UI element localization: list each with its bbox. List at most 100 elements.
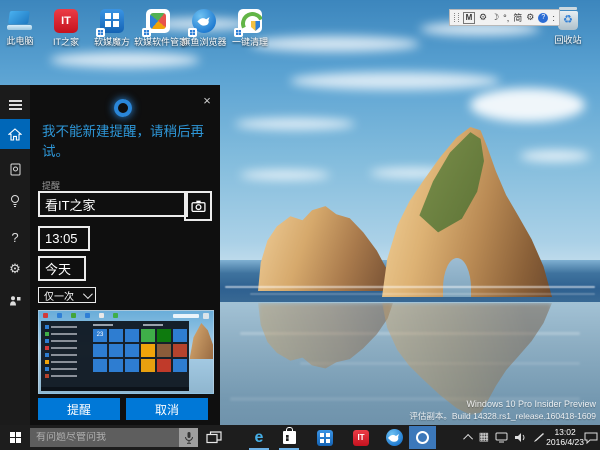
desktop-icon-label: 旗鱼浏览器 bbox=[180, 37, 228, 47]
rail-item-home[interactable] bbox=[0, 119, 30, 149]
lightbulb-icon bbox=[9, 194, 21, 208]
camera-icon bbox=[191, 200, 206, 212]
ime-help-icon[interactable]: ? bbox=[538, 13, 548, 23]
ime-fullwidth-moon-icon[interactable]: ☽ bbox=[491, 12, 499, 23]
task-view-icon bbox=[206, 431, 222, 445]
clock-date: 2016/4/23 bbox=[546, 437, 584, 447]
network-icon[interactable] bbox=[495, 432, 508, 443]
taskbar-search-box[interactable] bbox=[30, 428, 198, 447]
camera-button[interactable] bbox=[184, 191, 212, 221]
rail-item-help[interactable]: ? bbox=[0, 223, 30, 251]
taskbar-search-input[interactable] bbox=[30, 432, 179, 443]
desktop-icon-this-pc[interactable]: 此电脑 bbox=[0, 8, 44, 46]
ime-shape-icon[interactable]: ⚙ bbox=[479, 12, 487, 23]
volume-icon[interactable] bbox=[514, 432, 527, 443]
desktop-root: 此电脑 IT IT之家 软媒魔方 软媒软件管家 旗鱼浏览器 一键清理 bbox=[0, 0, 600, 450]
microphone-button[interactable] bbox=[179, 428, 198, 447]
taskbar-clock[interactable]: 13:02 2016/4/23 bbox=[546, 427, 584, 447]
ime-simplified-button[interactable]: 简 bbox=[513, 11, 522, 24]
ime-more-icon[interactable]: : bbox=[552, 13, 555, 23]
home-icon bbox=[8, 128, 22, 141]
notebook-icon bbox=[9, 163, 22, 176]
screenshot-attachment-thumbnail[interactable]: 23 bbox=[38, 310, 214, 394]
cortana-taskbar-button[interactable] bbox=[409, 426, 436, 449]
surf-foam bbox=[250, 293, 595, 295]
drag-handle-icon[interactable] bbox=[454, 13, 459, 22]
pen-icon[interactable] bbox=[533, 432, 545, 443]
chevron-down-icon bbox=[83, 289, 93, 299]
shortcut-badge bbox=[188, 28, 197, 37]
ithome-icon: IT bbox=[353, 430, 369, 446]
clock-time: 13:02 bbox=[546, 427, 584, 437]
feedback-icon bbox=[9, 295, 21, 307]
ime-language-bar[interactable]: M ⚙ ☽ °, 简 ⚙ ? : bbox=[449, 9, 560, 26]
reminder-title-input[interactable] bbox=[38, 191, 188, 217]
insider-watermark-line2: 评估副本。Build 14328.rs1_release.160418-1609 bbox=[409, 410, 596, 422]
mini-desktop-icons bbox=[43, 313, 48, 318]
edge-taskbar-button[interactable]: e bbox=[246, 425, 272, 450]
cortana-rail: ? ⚙ bbox=[0, 85, 30, 425]
desktop-icon-qiyu-browser[interactable]: 旗鱼浏览器 bbox=[180, 8, 228, 47]
rail-item-feedback[interactable] bbox=[0, 287, 30, 315]
desktop-icon-label: 软媒软件管家 bbox=[134, 37, 182, 47]
help-icon: ? bbox=[11, 230, 18, 245]
cleanup-icon bbox=[237, 9, 263, 35]
mini-start-menu: 23 bbox=[41, 321, 189, 391]
remind-button[interactable]: 提醒 bbox=[38, 398, 120, 420]
surf-foam bbox=[225, 286, 595, 288]
gear-icon: ⚙ bbox=[9, 261, 21, 277]
windows-logo-icon bbox=[10, 432, 21, 443]
desktop-icon-label: 此电脑 bbox=[0, 36, 44, 46]
ithome-icon: IT bbox=[53, 9, 79, 35]
mini-wallpaper-rock bbox=[187, 323, 213, 359]
rail-item-reminders[interactable] bbox=[0, 187, 30, 215]
shortcut-badge bbox=[142, 28, 151, 37]
task-view-button[interactable] bbox=[201, 425, 227, 450]
cortana-logo-icon bbox=[114, 99, 132, 117]
recurrence-value: 仅一次 bbox=[44, 288, 74, 303]
desktop-icon-label: 一键清理 bbox=[226, 37, 274, 47]
cancel-button[interactable]: 取消 bbox=[126, 398, 208, 420]
hamburger-menu-icon[interactable] bbox=[0, 91, 30, 119]
system-tray: ▦ bbox=[466, 425, 545, 450]
microphone-icon bbox=[184, 431, 194, 445]
reminder-date-field[interactable]: 今天 bbox=[38, 256, 86, 281]
rail-item-notebook[interactable] bbox=[0, 155, 30, 183]
qiyu-browser-taskbar-button[interactable] bbox=[381, 425, 407, 450]
reminder-recurrence-dropdown[interactable]: 仅一次 bbox=[38, 287, 96, 303]
swordfish-icon bbox=[386, 429, 403, 446]
shortcut-badge bbox=[234, 28, 243, 37]
desktop-icon-mofang[interactable]: 软媒魔方 bbox=[88, 8, 136, 47]
mini-start-tiles: 23 bbox=[93, 329, 187, 372]
shortcut-badge bbox=[96, 28, 105, 37]
ime-mode-button[interactable]: M bbox=[463, 12, 475, 24]
ime-settings-icon[interactable]: ⚙ bbox=[526, 12, 534, 23]
desktop-icon-app-manager[interactable]: 软媒软件管家 bbox=[134, 8, 182, 47]
cube-icon bbox=[317, 430, 333, 446]
close-icon[interactable]: × bbox=[200, 94, 214, 108]
cortana-message: 我不能新建提醒，请稍后再试。 bbox=[42, 122, 212, 163]
desktop-icon-cleanup[interactable]: 一键清理 bbox=[226, 8, 274, 47]
reminder-time-field[interactable]: 13:05 bbox=[38, 226, 90, 251]
store-taskbar-button[interactable] bbox=[276, 425, 302, 450]
rail-item-settings[interactable]: ⚙ bbox=[0, 255, 30, 283]
mini-ime-bar bbox=[173, 314, 199, 318]
start-button[interactable] bbox=[0, 425, 30, 450]
desktop-icon-label: IT之家 bbox=[42, 37, 90, 47]
pinwheel-icon bbox=[145, 9, 171, 35]
desktop-icon-ithome[interactable]: IT IT之家 bbox=[42, 8, 90, 47]
mini-recycle-bin bbox=[203, 313, 209, 319]
swordfish-icon bbox=[191, 9, 217, 35]
ime-grid-icon[interactable]: ▦ bbox=[479, 432, 489, 443]
mofang-taskbar-button[interactable] bbox=[312, 425, 338, 450]
ithome-taskbar-button[interactable]: IT bbox=[348, 425, 374, 450]
store-icon bbox=[283, 431, 296, 444]
desktop-icon-label: 软媒魔方 bbox=[88, 37, 136, 47]
action-center-button[interactable] bbox=[584, 425, 598, 450]
cube-icon bbox=[99, 9, 125, 35]
insider-watermark-line1: Windows 10 Pro Insider Preview bbox=[466, 399, 596, 409]
edge-icon: e bbox=[255, 430, 264, 446]
cortana-circle-icon bbox=[416, 431, 429, 444]
ime-punctuation-icon[interactable]: °, bbox=[503, 13, 509, 23]
action-center-icon bbox=[584, 432, 598, 444]
